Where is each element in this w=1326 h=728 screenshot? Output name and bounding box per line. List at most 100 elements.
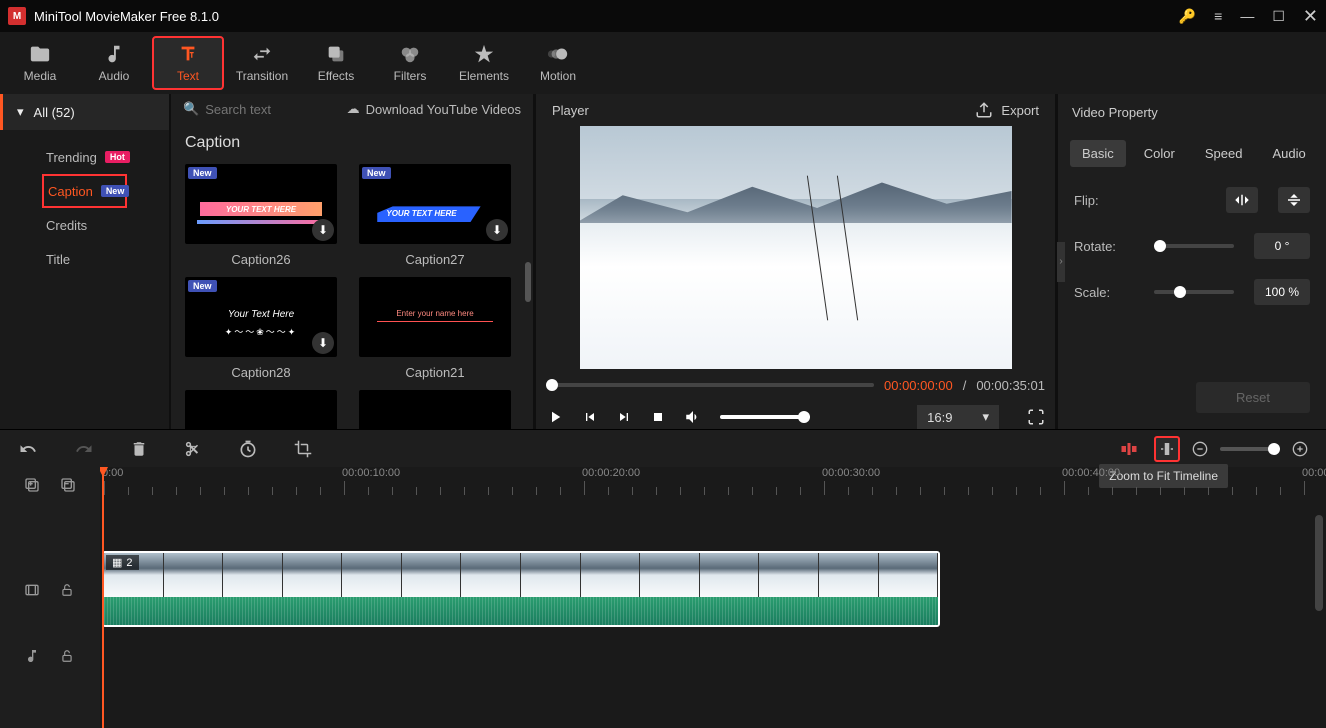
- caption-item[interactable]: [359, 390, 511, 429]
- category-title-label: Title: [46, 252, 70, 267]
- prop-tab-audio[interactable]: Audio: [1260, 140, 1317, 167]
- tab-transition[interactable]: Transition: [226, 36, 298, 90]
- tab-filters-label: Filters: [394, 69, 427, 83]
- fullscreen-button[interactable]: [1027, 408, 1045, 426]
- track-header-column: [0, 467, 100, 728]
- category-title[interactable]: Title: [0, 242, 169, 276]
- category-all[interactable]: ▾ All (52): [0, 94, 169, 130]
- play-button[interactable]: [546, 408, 564, 426]
- stop-button[interactable]: [650, 409, 666, 425]
- cloud-download-icon: ☁: [347, 101, 360, 117]
- download-icon[interactable]: ⬇: [486, 219, 508, 241]
- video-track-icon: [24, 582, 40, 598]
- app-icon: M: [8, 7, 26, 25]
- category-trending[interactable]: Trending Hot: [0, 140, 169, 174]
- download-youtube-link[interactable]: ☁ Download YouTube Videos: [347, 101, 521, 117]
- gallery-scrollbar[interactable]: [525, 262, 531, 302]
- close-icon[interactable]: ✕: [1303, 6, 1318, 27]
- volume-icon[interactable]: [684, 408, 702, 426]
- timeline-vscrollbar[interactable]: [1315, 515, 1323, 611]
- timeline: 0:0000:00:10:0000:00:20:0000:00:30:0000:…: [0, 467, 1326, 728]
- playhead[interactable]: [102, 467, 104, 728]
- tab-motion[interactable]: Motion: [522, 36, 594, 90]
- tab-effects[interactable]: Effects: [300, 36, 372, 90]
- main-toolbar: Media Audio Text Transition Effects Filt…: [0, 32, 1326, 94]
- upgrade-key-icon[interactable]: 🔑: [1179, 8, 1196, 25]
- video-preview[interactable]: [536, 126, 1055, 369]
- category-trending-label: Trending: [46, 150, 97, 165]
- download-icon[interactable]: ⬇: [312, 219, 334, 241]
- auto-highlight-button[interactable]: [1116, 436, 1142, 462]
- zoom-in-button[interactable]: [1292, 441, 1308, 457]
- next-frame-button[interactable]: [616, 409, 632, 425]
- delete-button[interactable]: [130, 440, 148, 458]
- tab-filters[interactable]: Filters: [374, 36, 446, 90]
- reset-button[interactable]: Reset: [1196, 382, 1310, 413]
- time-separator: /: [963, 378, 967, 393]
- rotate-value[interactable]: 0 °: [1254, 233, 1310, 259]
- category-credits[interactable]: Credits: [0, 208, 169, 242]
- download-icon[interactable]: ⬇: [312, 332, 334, 354]
- video-clip[interactable]: ▦2: [102, 551, 940, 627]
- lock-icon[interactable]: [60, 583, 74, 597]
- flip-label: Flip:: [1074, 193, 1134, 208]
- export-button[interactable]: Export: [975, 101, 1039, 119]
- film-icon: ▦: [112, 556, 122, 569]
- aspect-select[interactable]: 16:9 ▾: [917, 405, 999, 429]
- prop-tab-basic[interactable]: Basic: [1070, 140, 1126, 167]
- category-caption[interactable]: Caption New: [42, 174, 127, 208]
- rotate-label: Rotate:: [1074, 239, 1134, 254]
- rotate-slider[interactable]: [1154, 244, 1234, 248]
- tab-text[interactable]: Text: [152, 36, 224, 90]
- remove-track-button[interactable]: [60, 477, 76, 493]
- minimize-icon[interactable]: —: [1240, 8, 1254, 24]
- tab-effects-label: Effects: [318, 69, 354, 83]
- panel-expand-handle[interactable]: ›: [1057, 242, 1065, 282]
- tab-audio[interactable]: Audio: [78, 36, 150, 90]
- chevron-down-icon: ▾: [17, 104, 24, 120]
- caption-item[interactable]: [185, 390, 337, 429]
- add-track-button[interactable]: [24, 477, 40, 493]
- crop-button[interactable]: [294, 440, 312, 458]
- new-badge: New: [101, 185, 130, 197]
- tab-elements[interactable]: Elements: [448, 36, 520, 90]
- timeline-body[interactable]: 0:0000:00:10:0000:00:20:0000:00:30:0000:…: [100, 467, 1326, 728]
- menu-icon[interactable]: ≡: [1214, 8, 1222, 24]
- tab-audio-label: Audio: [99, 69, 130, 83]
- caption-item[interactable]: New Your Text Here ✦〜〜❀〜〜✦ ⬇ Caption28: [185, 277, 337, 380]
- caption-item[interactable]: New YOUR TEXT HERE ⬇ Caption26: [185, 164, 337, 267]
- prop-tab-color[interactable]: Color: [1132, 140, 1187, 167]
- time-current: 00:00:00:00: [884, 378, 953, 393]
- caption-item[interactable]: Enter your name here Caption21: [359, 277, 511, 380]
- caption-name: Caption28: [185, 365, 337, 380]
- tab-media[interactable]: Media: [4, 36, 76, 90]
- zoom-out-button[interactable]: [1192, 441, 1208, 457]
- caption-sample-text: YOUR TEXT HERE: [386, 209, 456, 218]
- export-label: Export: [1001, 103, 1039, 118]
- property-panel: › Video Property Basic Color Speed Audio…: [1058, 94, 1326, 429]
- scale-value[interactable]: 100 %: [1254, 279, 1310, 305]
- tab-elements-label: Elements: [459, 69, 509, 83]
- tab-text-label: Text: [177, 69, 199, 83]
- zoom-fit-button[interactable]: [1154, 436, 1180, 462]
- caption-item[interactable]: New YOUR TEXT HERE ⬇ Caption27: [359, 164, 511, 267]
- undo-button[interactable]: [18, 440, 38, 458]
- speed-button[interactable]: [238, 439, 258, 459]
- tab-media-label: Media: [24, 69, 57, 83]
- timeline-ruler[interactable]: 0:0000:00:10:0000:00:20:0000:00:30:0000:…: [100, 467, 1326, 503]
- flip-vertical-button[interactable]: [1278, 187, 1310, 213]
- volume-slider[interactable]: [720, 415, 810, 419]
- split-button[interactable]: [184, 440, 202, 458]
- redo-button[interactable]: [74, 440, 94, 458]
- prop-tab-speed[interactable]: Speed: [1193, 140, 1255, 167]
- search-input[interactable]: [205, 102, 305, 117]
- prev-frame-button[interactable]: [582, 409, 598, 425]
- lock-icon[interactable]: [60, 649, 74, 663]
- seek-slider[interactable]: [546, 383, 874, 387]
- titlebar: M MiniTool MovieMaker Free 8.1.0 🔑 ≡ — ☐…: [0, 0, 1326, 32]
- scale-slider[interactable]: [1154, 290, 1234, 294]
- maximize-icon[interactable]: ☐: [1272, 8, 1285, 25]
- zoom-slider[interactable]: [1220, 447, 1280, 451]
- caption-sample-text: YOUR TEXT HERE: [185, 205, 337, 214]
- flip-horizontal-button[interactable]: [1226, 187, 1258, 213]
